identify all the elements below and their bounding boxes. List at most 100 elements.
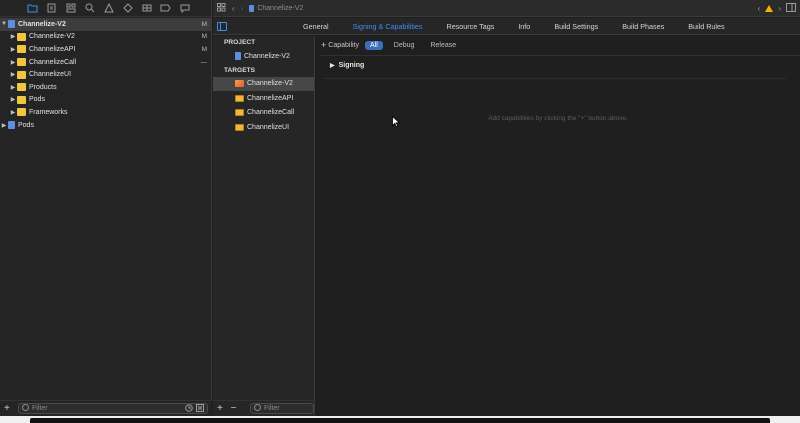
segment-debug[interactable]: Debug <box>389 41 420 50</box>
folder-icon <box>17 58 26 67</box>
forward-icon[interactable]: › <box>241 4 244 13</box>
tree-row[interactable]: ▶ ChannelizeUI <box>0 68 211 81</box>
inspector-toggle-icon[interactable] <box>786 3 796 14</box>
breadcrumb-label: Channelize-V2 <box>257 4 304 12</box>
tree-row[interactable]: ▶ Pods <box>0 119 211 132</box>
tree-row-label: Pods <box>29 96 45 104</box>
back-icon[interactable]: ‹ <box>232 4 235 13</box>
symbol-navigator-icon[interactable] <box>64 3 77 14</box>
source-control-icon[interactable] <box>45 3 58 14</box>
folder-icon <box>17 108 26 117</box>
segment-all[interactable]: All <box>365 40 383 50</box>
test-navigator-icon[interactable] <box>121 3 134 14</box>
target-item[interactable]: Channelize-V2 <box>213 76 314 91</box>
tree-row-label: ChannelizeAPI <box>29 45 76 53</box>
project-navigator: ▼ Channelize-V2 M ▶ Channelize-V2 M ▶ Ch… <box>0 0 212 416</box>
status-badge: M <box>201 45 207 53</box>
add-capability-button[interactable]: + Capability <box>321 40 359 50</box>
folder-navigator-icon[interactable] <box>26 3 39 14</box>
disclosure-collapsed-icon[interactable]: ▶ <box>9 84 17 91</box>
dock <box>0 416 800 423</box>
file-tree: ▼ Channelize-V2 M ▶ Channelize-V2 M ▶ Ch… <box>0 18 211 131</box>
tab-build-phases[interactable]: Build Phases <box>622 22 664 31</box>
add-target-button[interactable]: + <box>217 403 227 414</box>
filter-icon <box>254 404 261 413</box>
signing-label: Signing <box>338 62 365 69</box>
tab-build-rules[interactable]: Build Rules <box>688 22 724 31</box>
add-file-button[interactable]: + <box>4 403 16 414</box>
sidebar-toggle-icon[interactable] <box>217 21 227 31</box>
tab-resource-tags[interactable]: Resource Tags <box>447 22 495 31</box>
related-items-icon[interactable] <box>217 2 226 14</box>
disclosure-collapsed-icon[interactable]: ▶ <box>9 33 17 40</box>
tree-row[interactable]: ▶ ChannelizeAPI M <box>0 43 211 56</box>
disclosure-collapsed-icon[interactable]: ▶ <box>9 71 17 78</box>
tree-row[interactable]: ▶ ChannelizeCall — <box>0 56 211 69</box>
previous-issue-icon[interactable]: ‹ <box>758 4 761 13</box>
target-item[interactable]: ChannelizeAPI <box>213 91 314 106</box>
status-badge: M <box>201 33 207 41</box>
report-navigator-icon[interactable] <box>178 3 191 14</box>
disclosure-collapsed-icon[interactable]: ▶ <box>9 109 17 116</box>
signing-section-header[interactable]: ▶ Signing <box>330 62 364 69</box>
dock-bar <box>30 418 770 423</box>
breakpoint-navigator-icon[interactable] <box>159 3 172 14</box>
disclosure-expanded-icon[interactable]: ▼ <box>0 21 8 27</box>
jumpbar-right-controls: ‹ › <box>758 3 796 14</box>
project-file-icon <box>249 4 255 12</box>
folder-icon <box>17 70 26 79</box>
tab-signing-capabilities[interactable]: Signing & Capabilities <box>353 22 423 31</box>
recent-files-icon[interactable] <box>185 403 193 414</box>
navigator-filter-bar: + Filter <box>0 400 212 416</box>
target-item[interactable]: ChannelizeCall <box>213 106 314 121</box>
tree-row-label: ChannelizeCall <box>29 58 77 66</box>
add-capability-label: Capability <box>328 41 360 49</box>
targets-section-header: TARGETS <box>224 66 256 74</box>
status-badge: M <box>201 20 207 28</box>
project-file-icon <box>8 121 15 130</box>
disclosure-collapsed-icon[interactable]: ▶ <box>9 96 17 103</box>
folder-icon <box>17 95 26 104</box>
disclosure-collapsed-icon[interactable]: ▶ <box>9 59 17 66</box>
project-file-icon <box>235 52 241 61</box>
tab-info[interactable]: Info <box>518 22 530 31</box>
mouse-pointer-icon <box>392 115 401 130</box>
targets-filter-bar: + − Filter <box>213 400 314 416</box>
debug-navigator-icon[interactable] <box>140 3 153 14</box>
tree-row-label: Products <box>29 83 57 91</box>
tree-row-label: Channelize-V2 <box>18 20 66 28</box>
framework-icon <box>235 123 244 131</box>
tree-row-label: Channelize-V2 <box>29 33 75 41</box>
scm-filter-icon[interactable] <box>196 403 204 414</box>
disclosure-collapsed-icon[interactable]: ▶ <box>9 46 17 53</box>
navigator-filter-input[interactable]: Filter <box>18 403 208 414</box>
tree-row[interactable]: ▶ Channelize-V2 M <box>0 31 211 44</box>
tree-row[interactable]: ▼ Channelize-V2 M <box>0 18 211 31</box>
filter-icon <box>22 404 29 413</box>
app-target-icon <box>235 80 244 88</box>
issue-navigator-icon[interactable] <box>102 3 115 14</box>
breadcrumb[interactable]: Channelize-V2 <box>249 4 304 12</box>
tree-row-label: Pods <box>18 121 34 129</box>
tree-row[interactable]: ▶ Products <box>0 81 211 94</box>
tab-build-settings[interactable]: Build Settings <box>554 22 598 31</box>
framework-icon <box>235 94 244 102</box>
editor-tab-bar: General Signing & Capabilities Resource … <box>213 18 800 35</box>
section-divider <box>324 78 786 79</box>
tree-row[interactable]: ▶ Pods <box>0 94 211 107</box>
project-item[interactable]: Channelize-V2 <box>213 49 314 64</box>
tree-row[interactable]: ▶ Frameworks <box>0 106 211 119</box>
tab-general[interactable]: General <box>303 22 329 31</box>
disclosure-collapsed-icon[interactable]: ▶ <box>0 122 8 129</box>
remove-target-button[interactable]: − <box>231 403 241 414</box>
search-icon[interactable] <box>83 3 96 14</box>
disclosure-collapsed-icon[interactable]: ▶ <box>330 62 335 69</box>
next-issue-icon[interactable]: › <box>778 4 781 13</box>
capabilities-editor: + Capability All Debug Release ▶ Signing… <box>316 36 800 416</box>
filter-placeholder: Filter <box>32 405 48 412</box>
tree-row-label: Frameworks <box>29 108 68 116</box>
targets-filter-input[interactable]: Filter <box>250 403 314 414</box>
warning-icon[interactable] <box>765 5 774 12</box>
segment-release[interactable]: Release <box>425 41 461 50</box>
target-item[interactable]: ChannelizeUI <box>213 120 314 135</box>
